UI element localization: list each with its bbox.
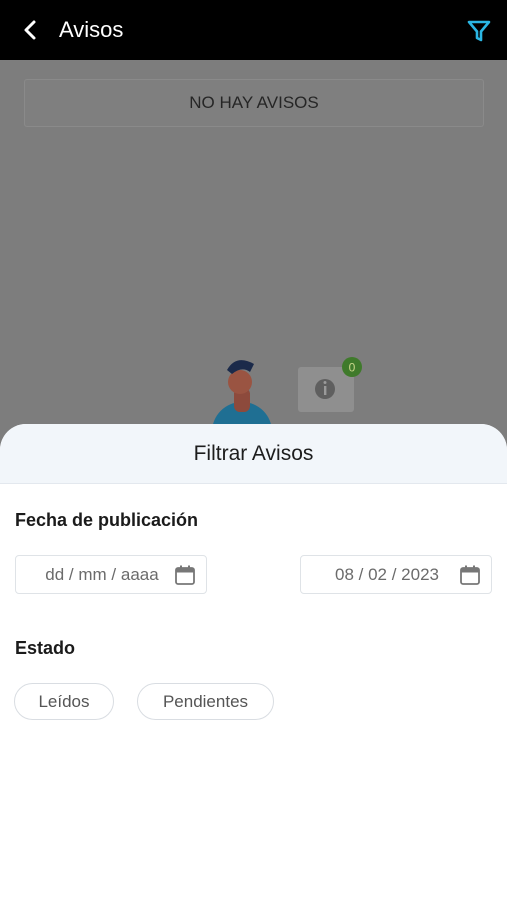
date-from-field[interactable]: dd / mm / aaaa <box>15 555 207 594</box>
filter-button[interactable] <box>466 18 492 44</box>
date-from-value: dd / mm / aaaa <box>45 564 159 584</box>
date-to-value: 08 / 02 / 2023 <box>335 564 439 584</box>
chevron-left-icon <box>24 20 36 40</box>
status-chip-read[interactable]: Leídos <box>14 683 114 720</box>
app-bar: Avisos <box>0 0 507 60</box>
date-to-field[interactable]: 08 / 02 / 2023 <box>300 555 492 594</box>
calendar-icon[interactable] <box>459 564 481 586</box>
notification-count-badge: 0 <box>349 361 356 375</box>
filter-icon <box>467 20 491 42</box>
page-title: Avisos <box>59 17 124 42</box>
status-chip-pending[interactable]: Pendientes <box>137 683 274 720</box>
filter-sheet-title: Filtrar Avisos <box>0 424 507 484</box>
publication-date-label: Fecha de publicación <box>15 510 199 530</box>
calendar-icon[interactable] <box>174 564 196 586</box>
empty-state-message: NO HAY AVISOS <box>24 79 484 127</box>
filter-sheet: Filtrar Avisos Fecha de publicación dd /… <box>0 424 507 900</box>
empty-illustration: 0 <box>212 357 362 432</box>
status-label: Estado <box>15 638 76 658</box>
back-button[interactable] <box>18 18 42 42</box>
